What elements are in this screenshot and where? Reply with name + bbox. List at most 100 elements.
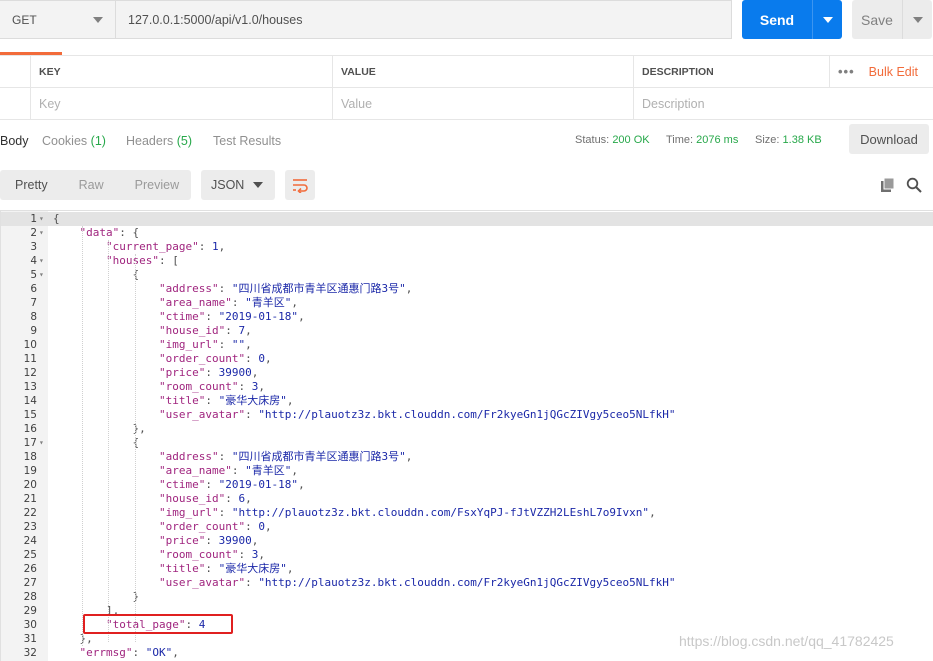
fold-toggle-icon[interactable]: ▾ — [39, 226, 47, 240]
chevron-down-icon — [912, 16, 923, 23]
format-tabs: Pretty Raw Preview — [0, 170, 191, 200]
line-number: 23 — [23, 521, 37, 533]
indent-guide — [135, 254, 136, 642]
code-text: "current_page": 1, — [105, 240, 226, 253]
save-options-button[interactable] — [903, 16, 932, 23]
line-number: 22 — [23, 507, 37, 519]
watermark: https://blog.csdn.net/qq_41782425 — [679, 633, 894, 649]
language-select[interactable]: JSON — [201, 170, 275, 200]
value-input[interactable]: Value — [332, 88, 633, 119]
code-text: "data": { — [79, 226, 140, 239]
tab-count: (1) — [90, 134, 106, 148]
bulk-edit-link[interactable]: Bulk Edit — [869, 65, 918, 79]
code-text: "room_count": 3, — [158, 380, 265, 393]
row-end — [829, 88, 933, 119]
tab-headers[interactable]: Headers (5) — [126, 134, 192, 148]
params-actions: ••• Bulk Edit — [829, 56, 933, 87]
chevron-down-icon — [822, 16, 833, 23]
line-number: 28 — [23, 591, 37, 603]
format-preview[interactable]: Preview — [135, 178, 179, 192]
wrap-lines-button[interactable] — [285, 170, 315, 200]
more-options-icon[interactable]: ••• — [838, 64, 855, 79]
method-label: GET — [12, 12, 37, 27]
fold-toggle-icon[interactable]: ▾ — [39, 254, 47, 268]
status-label: Status: — [575, 134, 610, 146]
code-line: 1 ▾ { — [1, 212, 933, 226]
send-options-button[interactable] — [813, 16, 842, 23]
code-line: 27 "user_avatar": "http://plauotz3z.bkt.… — [1, 576, 933, 590]
code-line: 28 } — [1, 590, 933, 604]
line-number: 11 — [23, 353, 37, 365]
code-line: 21 "house_id": 6, — [1, 492, 933, 506]
highlight-box — [83, 614, 233, 634]
response-body-editor[interactable]: 1 ▾{2 ▾ "data": {3 "current_page": 1, 4 ▾ "h… — [0, 210, 933, 661]
code-line: 4 ▾ "houses": [ — [1, 254, 933, 268]
code-text: { — [53, 436, 140, 449]
line-number: 24 — [23, 535, 37, 547]
method-select[interactable]: GET — [0, 0, 116, 39]
code-text: "errmsg": "OK", — [79, 646, 179, 659]
line-number: 16 — [23, 423, 37, 435]
code-text: "ctime": "2019-01-18", — [158, 310, 305, 323]
url-input[interactable]: 127.0.0.1:5000/api/v1.0/houses — [115, 0, 732, 39]
line-number: 15 — [23, 409, 37, 421]
indent-guide — [108, 240, 109, 642]
code-text: "order_count": 0, — [158, 520, 272, 533]
save-button[interactable]: Save — [852, 0, 932, 39]
fold-toggle-icon[interactable]: ▾ — [39, 268, 47, 282]
code-line: 9 "house_id": 7, — [1, 324, 933, 338]
code-line: 13 "room_count": 3, — [1, 380, 933, 394]
line-number: 6 — [30, 283, 37, 295]
url-text: 127.0.0.1:5000/api/v1.0/houses — [128, 12, 303, 27]
code-text: { — [53, 268, 140, 281]
tab-test-results[interactable]: Test Results — [213, 134, 281, 148]
description-input[interactable]: Description — [633, 88, 829, 119]
format-pretty[interactable]: Pretty — [15, 178, 48, 192]
code-line: 22 "img_url": "http://plauotz3z.bkt.clou… — [1, 506, 933, 520]
download-button[interactable]: Download — [849, 124, 929, 154]
status-value: 200 OK — [612, 134, 650, 146]
line-number: 13 — [23, 381, 37, 393]
code-text: "houses": [ — [105, 254, 179, 267]
code-line: 18 "address": "四川省成都市青羊区通惠门路3号", — [1, 450, 933, 464]
code-text: }, — [53, 632, 93, 645]
line-number: 5 — [30, 269, 37, 281]
chevron-down-icon — [93, 17, 103, 23]
code-text: "title": "豪华大床房", — [158, 394, 294, 407]
fold-toggle-icon[interactable]: ▾ — [39, 212, 47, 226]
code-text: { — [53, 212, 60, 225]
size-value: 1.38 KB — [782, 134, 822, 146]
send-button[interactable]: Send — [742, 0, 842, 39]
code-line: 8 "ctime": "2019-01-18", — [1, 310, 933, 324]
line-number: 8 — [30, 311, 37, 323]
key-input[interactable]: Key — [30, 88, 332, 119]
format-raw[interactable]: Raw — [79, 178, 104, 192]
tab-cookies[interactable]: Cookies (1) — [42, 134, 106, 148]
search-icon[interactable] — [906, 177, 922, 193]
line-number: 31 — [23, 633, 37, 645]
code-text: "address": "四川省成都市青羊区通惠门路3号", — [158, 450, 413, 463]
code-text: "order_count": 0, — [158, 352, 272, 365]
line-number: 4 — [30, 255, 37, 267]
copy-icon[interactable] — [880, 177, 896, 193]
row-handle — [0, 56, 30, 87]
tab-body[interactable]: Body — [0, 134, 29, 148]
code-text: "img_url": "http://plauotz3z.bkt.clouddn… — [158, 506, 656, 519]
line-number: 19 — [23, 465, 37, 477]
params-header-row: KEY VALUE DESCRIPTION ••• Bulk Edit — [0, 56, 933, 88]
line-number: 1 — [30, 213, 37, 225]
line-number: 3 — [30, 241, 37, 253]
tab-count: (5) — [176, 134, 193, 148]
time-label: Time: — [666, 134, 694, 146]
code-text: "title": "豪华大床房", — [158, 562, 294, 575]
value-header: VALUE — [332, 56, 633, 87]
indent-guide — [82, 226, 83, 646]
code-line: 3 "current_page": 1, — [1, 240, 933, 254]
size-label: Size: — [755, 134, 780, 146]
code-line: 2 ▾ "data": { — [1, 226, 933, 240]
line-number: 25 — [23, 549, 37, 561]
fold-toggle-icon[interactable]: ▾ — [39, 436, 47, 450]
code-text: "room_count": 3, — [158, 548, 265, 561]
line-number: 7 — [30, 297, 37, 309]
status-readout: Status: 200 OK — [575, 134, 650, 146]
